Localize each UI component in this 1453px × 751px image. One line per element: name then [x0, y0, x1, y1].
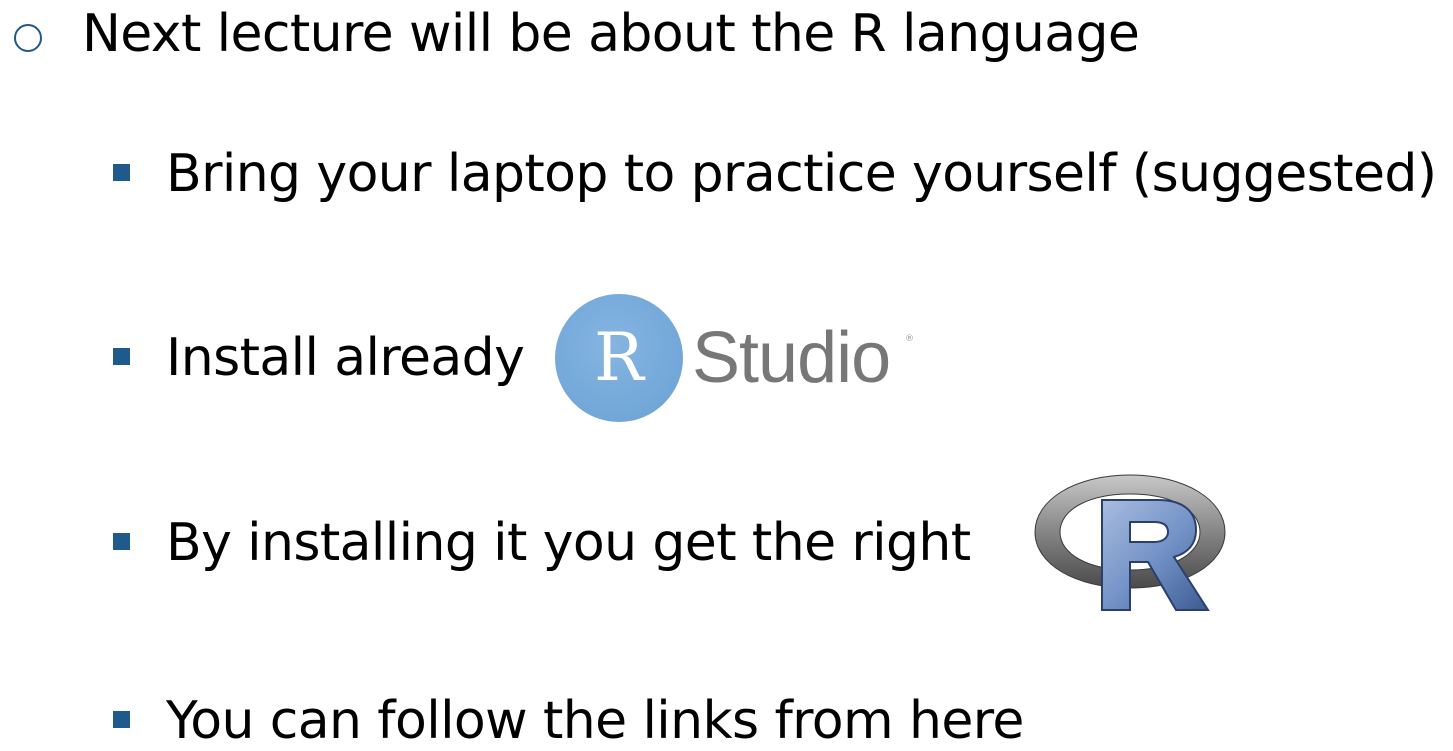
- rstudio-logo-word: Studio: [692, 318, 891, 398]
- bullet-item-laptop: Bring your laptop to practice yourself (…: [0, 145, 1453, 215]
- bullet-item-text: You can follow the links from here: [166, 691, 1024, 751]
- bullet-item-text: By installing it you get the right: [166, 513, 971, 573]
- rstudio-badge-letter: R: [594, 319, 644, 396]
- square-bullet-icon: [113, 533, 130, 550]
- square-bullet-icon: [113, 711, 130, 728]
- bullet-level1: Next lecture will be about the R languag…: [0, 0, 1453, 70]
- slide: Next lecture will be about the R languag…: [0, 0, 1453, 748]
- bullet-item-text: Bring your laptop to practice yourself (…: [166, 144, 1437, 204]
- r-logo-icon: [1034, 474, 1226, 611]
- square-bullet-icon: [113, 348, 130, 365]
- bullet-item-install: Install already: [0, 330, 540, 400]
- rstudio-registered-mark: ®: [905, 334, 914, 344]
- rstudio-logo-badge: R: [555, 294, 683, 422]
- bullet-item-links: You can follow the links from here: [0, 693, 1453, 748]
- square-bullet-icon: [113, 164, 130, 181]
- bullet-item-text: Install already: [166, 328, 525, 388]
- circle-bullet-icon: [14, 24, 42, 52]
- bullet-item-installing: By installing it you get the right: [0, 513, 1000, 583]
- bullet-level1-text: Next lecture will be about the R languag…: [82, 4, 1140, 64]
